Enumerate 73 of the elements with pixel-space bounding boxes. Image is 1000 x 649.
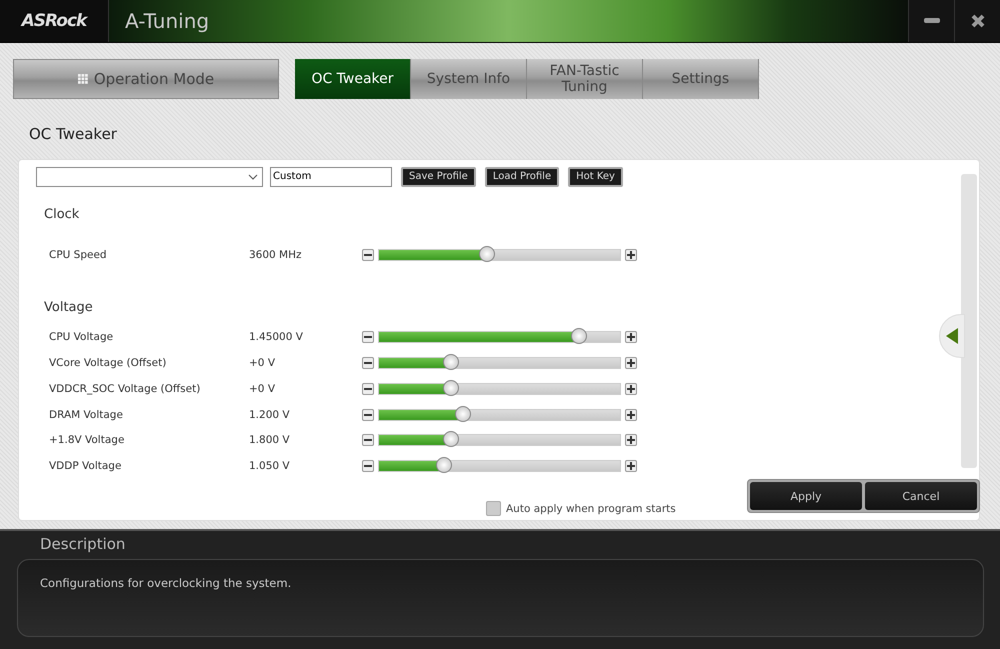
setting-label: VDDP Voltage	[49, 460, 122, 472]
slider-thumb[interactable]	[443, 431, 460, 448]
description-heading: Description	[39, 534, 126, 555]
profile-name-field[interactable]: Custom	[270, 166, 392, 186]
slider-track[interactable]	[378, 248, 621, 261]
plus-icon	[627, 359, 635, 368]
chevron-down-icon	[248, 174, 258, 180]
setting-value: +0 V	[249, 357, 276, 370]
increase-button[interactable]	[625, 434, 637, 446]
triangle-left-icon	[946, 328, 958, 344]
setting-label: DRAM Voltage	[49, 408, 124, 421]
increase-button[interactable]	[625, 460, 637, 472]
action-button[interactable]: Cancel	[865, 482, 977, 510]
setting-value: 3600 MHz	[249, 248, 303, 261]
slider-track[interactable]	[378, 357, 621, 370]
decrease-button[interactable]	[362, 434, 374, 446]
page-title: OC Tweaker	[28, 124, 118, 145]
setting-label: VDDCR_SOC Voltage (Offset)	[49, 382, 202, 395]
minimize-icon	[924, 18, 940, 24]
slider-track[interactable]	[378, 331, 621, 344]
slider-track[interactable]	[378, 408, 621, 421]
setting-label: CPU Speed	[49, 248, 108, 261]
slider-thumb[interactable]	[436, 457, 452, 474]
setting-label: +1.8V Voltage	[49, 434, 126, 446]
setting-label: CPU Voltage	[49, 331, 114, 344]
tab[interactable]: FAN-Tastic Tuning	[527, 59, 643, 99]
decrease-button[interactable]	[362, 357, 374, 370]
slider-track[interactable]	[378, 382, 621, 395]
description-text: Configurations for overclocking the system.	[40, 576, 292, 590]
action-button[interactable]: Apply	[750, 482, 862, 510]
slider-thumb[interactable]	[455, 406, 472, 422]
decrease-button[interactable]	[362, 408, 374, 421]
setting-value: 1.050 V	[249, 460, 291, 472]
increase-button[interactable]	[625, 248, 637, 261]
setting-value: 1.200 V	[249, 408, 291, 421]
section-heading: Clock	[43, 206, 80, 224]
decrease-button[interactable]	[362, 382, 374, 395]
plus-icon	[627, 462, 635, 470]
increase-button[interactable]	[625, 331, 637, 344]
scrollbar[interactable]	[961, 174, 977, 468]
grid-icon	[78, 74, 88, 84]
increase-button[interactable]	[625, 382, 637, 395]
decrease-button[interactable]	[362, 331, 374, 344]
slider-thumb[interactable]	[443, 380, 460, 396]
plus-icon	[627, 384, 635, 393]
slider-thumb[interactable]	[443, 354, 460, 370]
expand-handle[interactable]	[939, 314, 965, 358]
plus-icon	[627, 333, 635, 342]
increase-button[interactable]	[625, 357, 637, 370]
decrease-button[interactable]	[362, 248, 374, 261]
plus-icon	[627, 250, 635, 259]
decrease-button[interactable]	[362, 460, 374, 472]
slider-thumb[interactable]	[479, 246, 496, 262]
profile-button[interactable]: Load Profile	[484, 166, 560, 186]
plus-icon	[627, 436, 635, 444]
profile-button[interactable]: Save Profile	[401, 166, 476, 186]
auto-apply-checkbox[interactable]: Auto apply when program starts	[486, 501, 676, 516]
slider-thumb[interactable]	[571, 328, 588, 344]
setting-value: 1.45000 V	[249, 331, 304, 344]
section-heading: Voltage	[43, 298, 94, 317]
slider-track[interactable]	[378, 434, 621, 446]
brand-logo: ASRock	[22, 11, 86, 31]
slider-track[interactable]	[378, 460, 621, 472]
profile-button[interactable]: Hot Key	[568, 166, 623, 186]
tab[interactable]: OC Tweaker	[295, 59, 411, 99]
close-icon	[970, 14, 984, 28]
setting-value: +0 V	[249, 382, 276, 395]
profile-dropdown[interactable]	[36, 166, 263, 186]
setting-value: 1.800 V	[249, 434, 291, 446]
increase-button[interactable]	[625, 408, 637, 421]
setting-label: VCore Voltage (Offset)	[49, 357, 168, 370]
plus-icon	[627, 410, 635, 419]
window-title: A-Tuning	[125, 9, 210, 33]
